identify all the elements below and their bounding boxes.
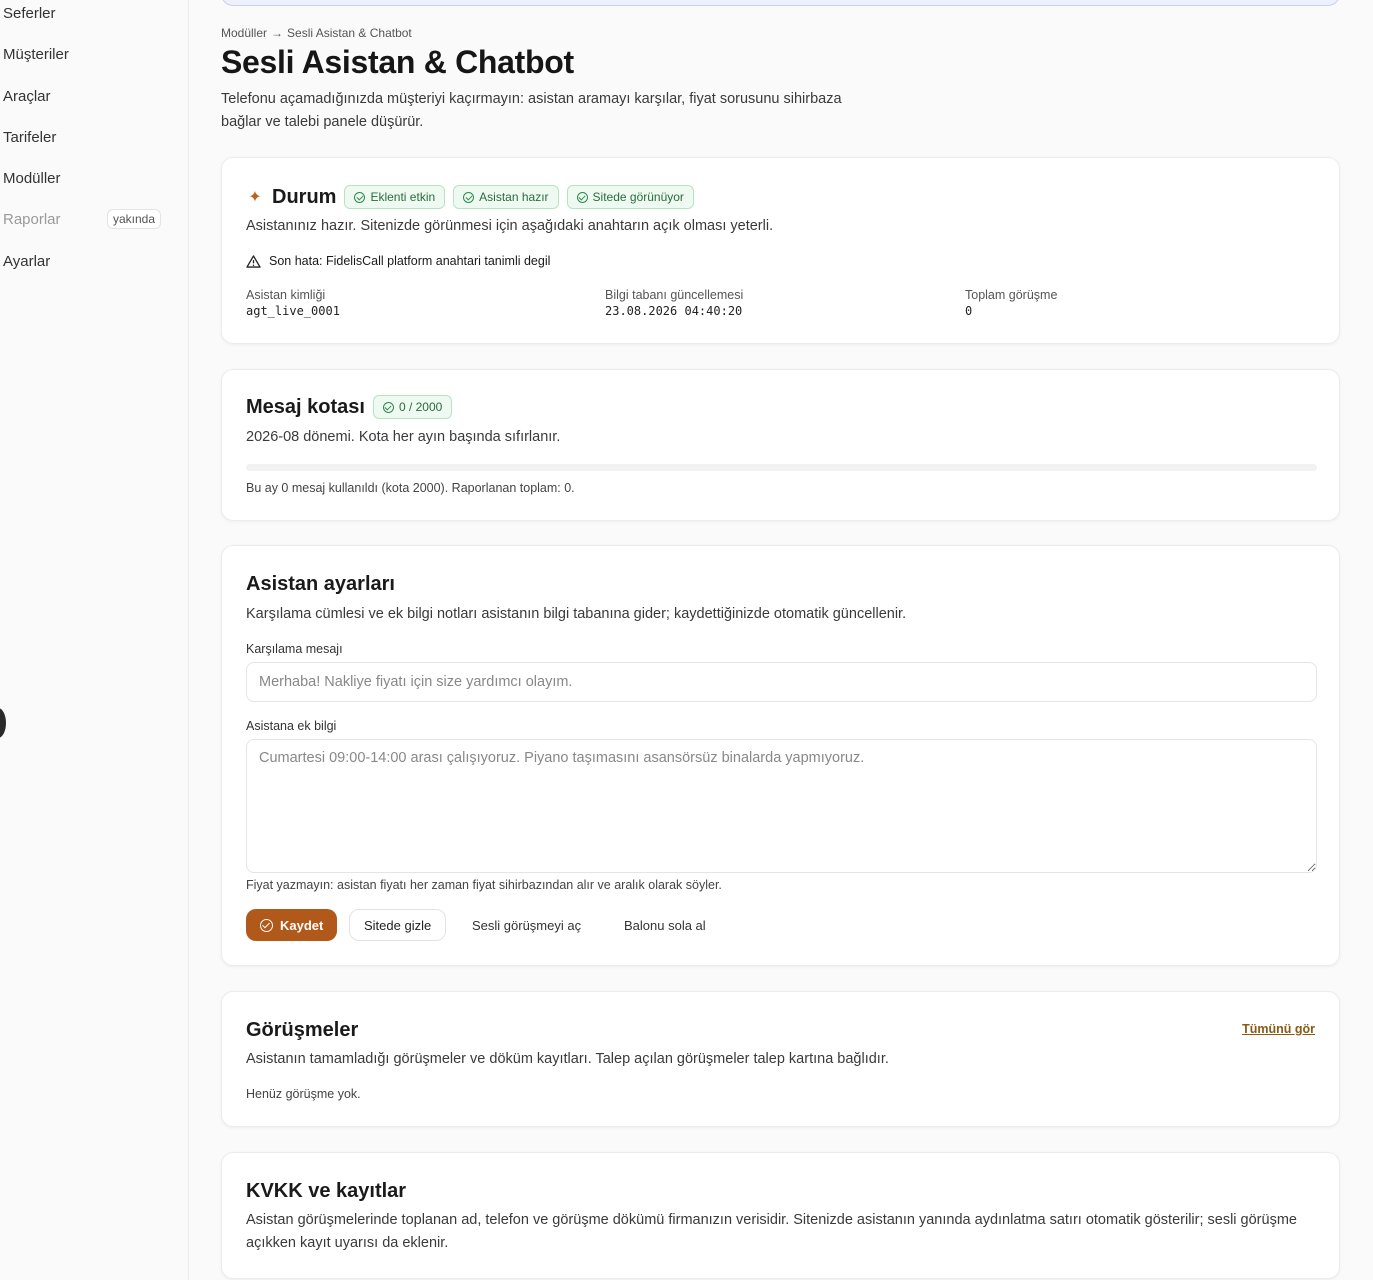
kb-update-meta: Bilgi tabanı güncellemesi 23.08.2026 04:… <box>605 287 743 319</box>
conversations-description: Asistanın tamamladığı görüşmeler ve dökü… <box>246 1051 889 1067</box>
conversations-title: Görüşmeler <box>246 1019 359 1041</box>
sidebar-item-label: Raporlar <box>3 211 61 228</box>
assistant-settings-card: Asistan ayarları Karşılama cümlesi ve ek… <box>221 545 1340 966</box>
conversations-card-header: Görüşmeler <box>246 1019 358 1042</box>
hide-button-label: Sitede gizle <box>364 917 432 933</box>
settings-title: Asistan ayarları <box>246 573 395 595</box>
quota-badge: 0 / 2000 <box>372 395 453 419</box>
quota-progress-bar <box>246 464 1317 471</box>
page-description: Telefonu açamadığınızda müşteriyi kaçırm… <box>221 91 842 130</box>
check-circle-icon <box>463 191 475 203</box>
top-banner <box>221 0 1340 6</box>
sidebar-item-moduller[interactable]: Modüller <box>3 170 61 187</box>
status-badge-label: Sitede görünüyor <box>592 190 684 204</box>
quota-badge-label: 0 / 2000 <box>398 400 443 414</box>
status-badge-label: Asistan hazır <box>479 190 549 204</box>
quota-card-header: Mesaj kotası 0 / 2000 <box>246 395 453 419</box>
breadcrumb: Modüller → Sesli Asistan & Chatbot <box>221 26 412 40</box>
warning-icon <box>246 254 261 268</box>
meta-label: Bilgi tabanı güncellemesi <box>605 288 744 302</box>
check-circle-icon <box>382 401 394 413</box>
check-circle-icon <box>354 191 366 203</box>
sidebar-item-seferler[interactable]: Seferler <box>3 5 56 22</box>
quota-description: 2026-08 dönemi. Kota her ayın başında sı… <box>246 429 561 445</box>
status-badge-label: Eklenti etkin <box>370 190 436 204</box>
sidebar-item-raporlar: Raporlar yakında <box>3 209 173 229</box>
meta-value: 23.08.2026 04:40:20 <box>605 304 743 318</box>
greeting-input[interactable] <box>246 662 1317 702</box>
status-badge: Eklenti etkin <box>344 185 446 209</box>
voice-button-label: Sesli görüşmeyi aç <box>472 917 582 933</box>
sidebar-item-araclar[interactable]: Araçlar <box>3 88 51 105</box>
save-button[interactable]: Kaydet <box>246 909 338 941</box>
sidebar-item-tarifeler[interactable]: Tarifeler <box>3 129 56 146</box>
meta-label: Toplam görüşme <box>965 288 1058 302</box>
status-card-header: ✦ Durum Eklenti etkin Asistan hazır Site… <box>246 185 694 209</box>
kvkk-description: Asistan görüşmelerinde toplanan ad, tele… <box>246 1212 1297 1251</box>
extra-info-label: Asistana ek bilgi <box>246 719 337 733</box>
hide-on-site-button[interactable]: Sitede gizle <box>349 909 447 941</box>
arrow-right-icon: → <box>271 26 284 40</box>
sidebar-item-musteriler[interactable]: Müşteriler <box>3 46 69 63</box>
price-hint: Fiyat yazmayın: asistan fiyatı her zaman… <box>246 878 722 892</box>
status-title: Durum <box>272 185 337 208</box>
greeting-label: Karşılama mesajı <box>246 642 343 656</box>
meta-value: 0 <box>965 304 973 318</box>
error-text: Son hata: FidelisCall platform anahtari … <box>269 254 551 268</box>
status-card: ✦ Durum Eklenti etkin Asistan hazır Site… <box>221 157 1340 344</box>
sidebar-item-label: Ayarlar <box>3 253 51 270</box>
meta-value: agt_live_0001 <box>246 304 340 318</box>
main-content: Modüller → Sesli Asistan & Chatbot Sesli… <box>189 0 1373 1280</box>
sidebar-item-label: Tarifeler <box>3 129 57 146</box>
see-all-link[interactable]: Tümünü gör <box>1242 1022 1315 1036</box>
assistant-id-meta: Asistan kimliği agt_live_0001 <box>246 287 340 319</box>
sidebar-item-label: Araçlar <box>3 88 51 105</box>
kvkk-card: KVKK ve kayıtlar Asistan görüşmelerinde … <box>221 1152 1340 1279</box>
kvkk-title: KVKK ve kayıtlar <box>246 1180 407 1202</box>
quota-note: Bu ay 0 mesaj kullanıldı (kota 2000). Ra… <box>246 481 575 495</box>
quota-title: Mesaj kotası <box>246 395 365 418</box>
breadcrumb-current: Sesli Asistan & Chatbot <box>287 26 412 40</box>
breadcrumb-parent[interactable]: Modüller <box>221 26 267 40</box>
sidebar-item-label: Müşteriler <box>3 46 69 63</box>
sidebar-item-label: Modüller <box>3 170 61 187</box>
error-row: Son hata: FidelisCall platform anahtari … <box>246 254 550 268</box>
kvkk-card-header: KVKK ve kayıtlar <box>246 1180 406 1203</box>
check-circle-icon <box>576 191 588 203</box>
collapse-handle[interactable] <box>0 708 6 738</box>
balloon-button-label: Balonu sola al <box>624 917 706 933</box>
move-balloon-left-button[interactable]: Balonu sola al <box>610 909 720 941</box>
sparkle-icon: ✦ <box>248 189 262 206</box>
conversations-empty: Henüz görüşme yok. <box>246 1087 361 1101</box>
save-button-label: Kaydet <box>280 917 324 933</box>
status-badge: Sitede görünüyor <box>566 185 694 209</box>
status-badge: Asistan hazır <box>453 185 559 209</box>
sidebar-item-label: Seferler <box>3 5 56 22</box>
sidebar: Seferler Müşteriler Araçlar Tarifeler Mo… <box>0 0 189 1280</box>
sidebar-item-ayarlar[interactable]: Ayarlar <box>3 253 50 270</box>
extra-info-textarea[interactable] <box>246 739 1317 873</box>
quota-card: Mesaj kotası 0 / 2000 2026-08 dönemi. Ko… <box>221 369 1340 521</box>
check-circle-icon <box>260 918 273 932</box>
status-description: Asistanınız hazır. Sitenizde görünmesi i… <box>246 218 774 234</box>
enable-voice-button[interactable]: Sesli görüşmeyi aç <box>458 909 595 941</box>
settings-description: Karşılama cümlesi ve ek bilgi notları as… <box>246 606 907 622</box>
settings-card-header: Asistan ayarları <box>246 573 395 596</box>
page-title: Sesli Asistan & Chatbot <box>221 44 574 80</box>
total-conversations-meta: Toplam görüşme 0 <box>965 287 1057 319</box>
meta-label: Asistan kimliği <box>246 288 326 302</box>
conversations-card: Görüşmeler Tümünü gör Asistanın tamamlad… <box>221 991 1340 1127</box>
coming-soon-badge: yakında <box>107 209 162 229</box>
